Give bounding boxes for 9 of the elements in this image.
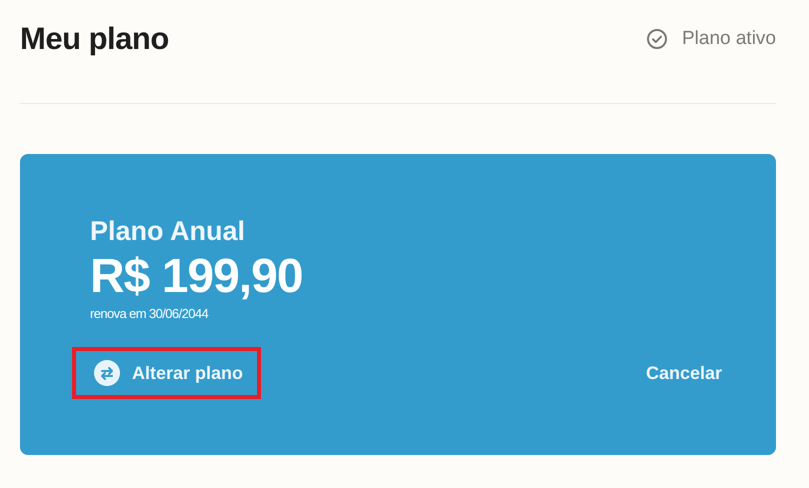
- renewal-date: renova em 30/06/2044: [90, 306, 210, 321]
- page-title: Meu plano: [20, 21, 169, 57]
- plan-name: Plano Anual: [90, 216, 246, 247]
- plan-price: R$ 199,90: [90, 249, 304, 304]
- swap-arrows-icon: [94, 360, 120, 386]
- cancel-button[interactable]: Cancelar: [642, 358, 726, 388]
- change-plan-button[interactable]: Alterar plano: [90, 356, 248, 390]
- check-circle-icon: [646, 28, 668, 50]
- status-label: Plano ativo: [682, 28, 776, 50]
